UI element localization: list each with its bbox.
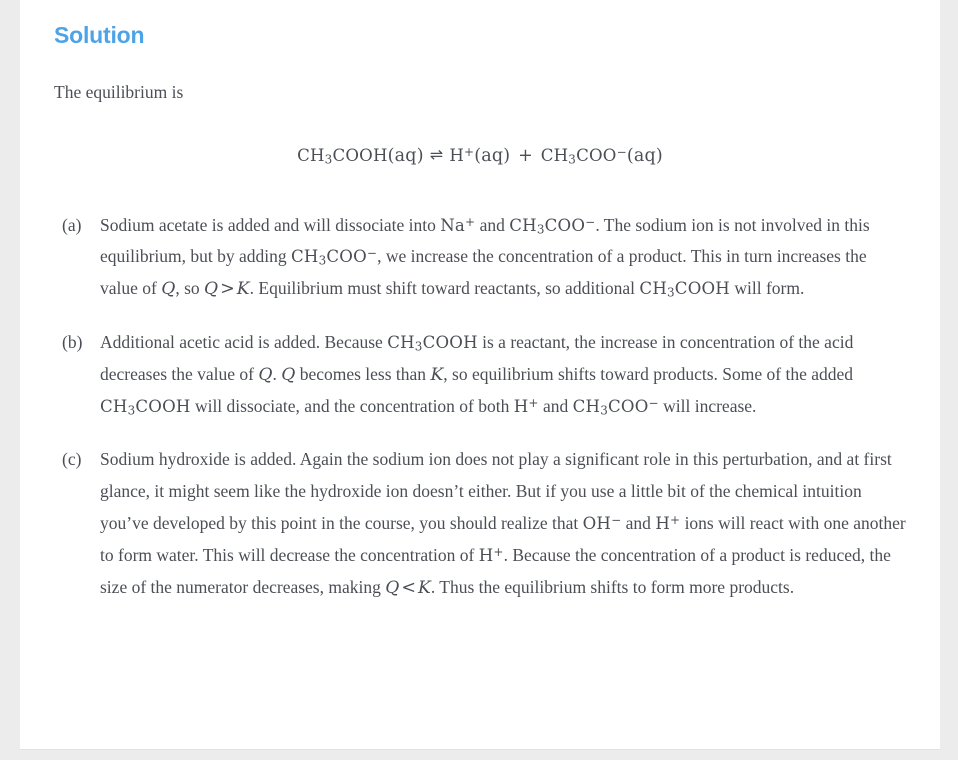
math-variable: Q [204,279,219,300]
intro-text: The equilibrium is [54,81,184,102]
math-variable: Q [385,577,400,598]
math-variable: K [430,364,444,385]
math-variable: Q [161,279,176,300]
page-title: Solution [54,22,145,48]
chemical-formula: CH3COO− [572,396,659,418]
math-variable: Q [258,364,273,385]
part-text: Sodium hydroxide is added. Again the sod… [100,449,906,598]
solution-part: (c) Sodium hydroxide is added. Again the … [54,444,906,604]
solution-content: Solution The equilibrium is CH3COOH(aq) ⇌… [20,0,940,604]
chemical-formula: H+ [513,396,539,417]
chemical-formula: CH3COO− [291,246,378,269]
equation-products: H+(aq) + CH3COO−(aq) [449,144,663,167]
equilibrium-equation: CH3COOH(aq) ⇌ H+(aq) + CH3COO−(aq) [54,145,906,167]
part-text: Additional acetic acid is added. Because… [100,332,854,418]
page-background: Solution The equilibrium is CH3COOH(aq) ⇌… [0,0,958,760]
part-label: (a) [62,214,82,235]
chemical-formula: CH3COO− [509,214,596,237]
equation-reactants: CH3COOH(aq) [297,145,424,167]
part-label: (b) [62,332,83,353]
part-label: (c) [62,449,82,470]
plus-sign: + [518,145,533,166]
chemical-formula: CH3COOH [387,333,478,354]
solution-part: (b) Additional acetic acid is added. Beca… [54,327,906,423]
chemical-formula: CH3COOH [639,279,730,300]
chemical-formula: H+ [449,144,475,165]
equilibrium-arrow-icon: ⇌ [429,144,444,164]
math-variable: Q [281,364,296,385]
part-text: Sodium acetate is added and will dissoci… [100,214,870,300]
math-variable: K [236,279,250,300]
chemical-formula: CH3COOH [297,145,388,167]
parts-list: (a) Sodium acetate is added and will diss… [54,210,906,605]
chemical-formula: OH− [582,512,622,533]
math-relation: < [401,577,416,598]
chemical-formula: CH3COO− [540,144,627,167]
math-variable: K [418,577,431,598]
solution-part: (a) Sodium acetate is added and will diss… [54,210,906,307]
math-relation: > [220,279,235,300]
chemical-formula: H+ [478,544,504,565]
chemical-formula: H+ [655,512,681,533]
chemical-formula: CH3COOH [100,397,191,418]
solution-card: Solution The equilibrium is CH3COOH(aq) ⇌… [20,0,940,750]
chemical-formula: Na+ [440,214,476,235]
